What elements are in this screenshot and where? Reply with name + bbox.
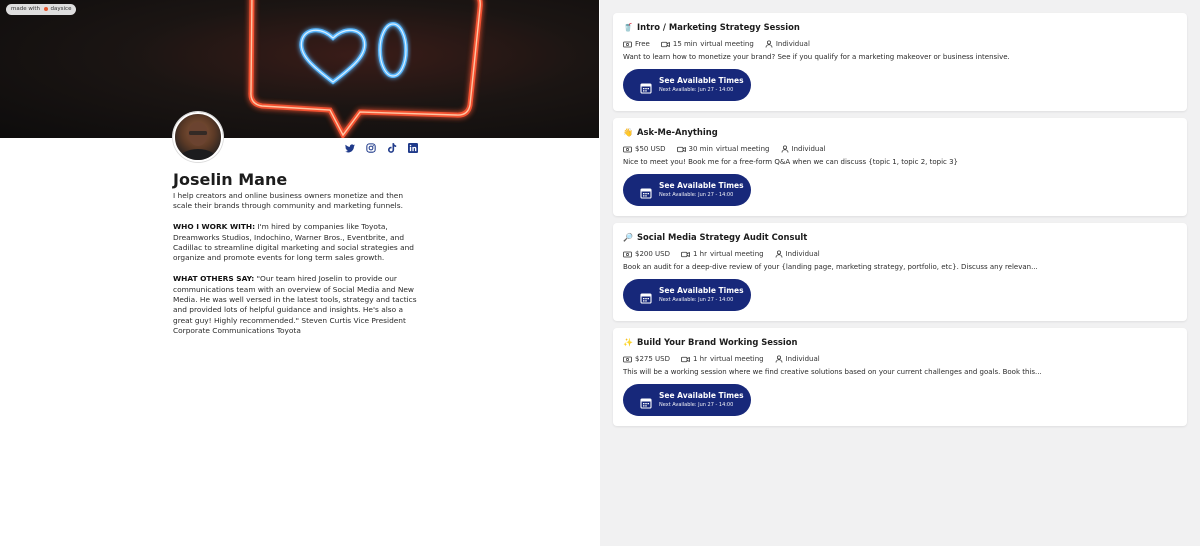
person-icon: [781, 145, 789, 153]
person-icon: [765, 40, 773, 48]
price-icon: [623, 356, 632, 363]
brand-name: daysice: [50, 6, 72, 12]
session-card: 👋 Ask-Me-Anything $50 USD 30 min virtual mee…: [613, 118, 1187, 216]
next-available-label: Next Available: Jun 27 - 14:00: [659, 402, 734, 408]
session-type: Individual: [775, 40, 810, 48]
session-emoji-icon: 🥤: [623, 22, 633, 32]
session-description: Book an audit for a deep-dive review of …: [623, 263, 1038, 271]
session-duration: 1 hr: [693, 250, 707, 258]
person-icon: [775, 250, 783, 258]
session-meta: $275 USD 1 hr virtual meeting Individual: [623, 355, 820, 363]
session-meta: Free 15 min virtual meeting Individual: [623, 40, 810, 48]
session-title-row: 🔎 Social Media Strategy Audit Consult: [623, 232, 807, 242]
next-available-label: Next Available: Jun 27 - 14:00: [659, 87, 734, 93]
session-price: Free: [635, 40, 650, 48]
made-with-badge[interactable]: made with daysice: [6, 4, 77, 15]
session-duration: 30 min: [688, 145, 713, 153]
bio-who-label: WHO I WORK WITH:: [173, 222, 256, 232]
session-type: Individual: [791, 145, 826, 153]
profile-bio: I help creators and online business owne…: [173, 191, 423, 347]
video-icon: [681, 251, 690, 258]
session-card: 🥤 Intro / Marketing Strategy Session Free 1…: [613, 13, 1187, 111]
calendar-icon: [640, 394, 652, 409]
button-label: See Available Times: [659, 76, 744, 85]
avatar: [173, 112, 223, 162]
calendar-icon: [640, 79, 652, 94]
next-available-label: Next Available: Jun 27 - 14:00: [659, 297, 734, 303]
linkedin-icon[interactable]: [406, 141, 420, 155]
hero-banner-image: made with daysice: [0, 0, 599, 138]
see-available-times-button[interactable]: See Available Times Next Available: Jun 2…: [623, 279, 751, 311]
session-description: Nice to meet you! Book me for a free-for…: [623, 158, 958, 166]
session-meta: $200 USD 1 hr virtual meeting Individual: [623, 250, 820, 258]
session-type: Individual: [785, 250, 820, 258]
session-emoji-icon: 👋: [623, 127, 633, 137]
session-title-row: 👋 Ask-Me-Anything: [623, 127, 718, 137]
calendar-icon: [640, 184, 652, 199]
session-emoji-icon: ✨: [623, 337, 633, 347]
video-icon: [681, 356, 690, 363]
profile-panel: made with daysice Joselin Mane I help cr…: [0, 0, 599, 546]
session-title: Social Media Strategy Audit Consult: [637, 232, 808, 242]
price-icon: [623, 251, 632, 258]
brand-logo-icon: [43, 6, 48, 11]
see-available-times-button[interactable]: See Available Times Next Available: Jun 2…: [623, 174, 751, 206]
session-title: Build Your Brand Working Session: [637, 337, 798, 347]
session-card: 🔎 Social Media Strategy Audit Consult $200…: [613, 223, 1187, 321]
session-card: ✨ Build Your Brand Working Session $275 US…: [613, 328, 1187, 426]
bio-others-text: "Our team hired Joselin to provide our c…: [173, 274, 417, 336]
session-title-row: ✨ Build Your Brand Working Session: [623, 337, 798, 347]
tiktok-icon[interactable]: [385, 141, 399, 155]
video-icon: [676, 146, 686, 153]
session-price: $200 USD: [635, 250, 670, 258]
bio-who-i-work-with: WHO I WORK WITH: I'm hired by companies …: [173, 222, 423, 264]
price-icon: [623, 146, 632, 153]
avatar-photo: [178, 122, 218, 160]
bio-intro: I help creators and online business owne…: [173, 191, 404, 211]
session-location: virtual meeting: [700, 40, 754, 48]
neon-heart-sign-image: [248, 0, 483, 138]
twitter-icon[interactable]: [343, 141, 357, 155]
profile-name: Joselin Mane: [173, 170, 288, 189]
social-links: [343, 141, 420, 155]
session-description: Want to learn how to monetize your brand…: [623, 53, 1010, 61]
see-available-times-button[interactable]: See Available Times Next Available: Jun 2…: [623, 384, 751, 416]
calendar-icon: [640, 289, 652, 304]
session-type: Individual: [785, 355, 820, 363]
session-title-row: 🥤 Intro / Marketing Strategy Session: [623, 22, 800, 32]
session-location: virtual meeting: [715, 145, 770, 153]
session-duration: 15 min: [672, 40, 698, 48]
session-emoji-icon: 🔎: [623, 232, 633, 242]
session-price: $275 USD: [635, 355, 670, 363]
sessions-panel: 🥤 Intro / Marketing Strategy Session Free 1…: [600, 0, 1200, 546]
person-icon: [775, 355, 783, 363]
video-icon: [660, 41, 670, 48]
button-label: See Available Times: [659, 391, 744, 400]
instagram-icon[interactable]: [364, 141, 378, 155]
session-description: This will be a working session where we …: [623, 368, 1042, 376]
session-meta: $50 USD 30 min virtual meeting Individual: [623, 145, 826, 153]
bio-others-label: WHAT OTHERS SAY:: [173, 274, 255, 284]
next-available-label: Next Available: Jun 27 - 14:00: [659, 192, 734, 198]
session-title: Intro / Marketing Strategy Session: [637, 22, 800, 32]
button-label: See Available Times: [659, 181, 744, 190]
bio-testimonial: WHAT OTHERS SAY: "Our team hired Joselin…: [173, 274, 423, 336]
see-available-times-button[interactable]: See Available Times Next Available: Jun 2…: [623, 69, 751, 101]
session-price: $50 USD: [635, 145, 666, 153]
made-with-label: made with: [11, 6, 41, 12]
price-icon: [623, 41, 632, 48]
session-duration: 1 hr: [693, 355, 707, 363]
session-location: virtual meeting: [710, 355, 764, 363]
session-location: virtual meeting: [710, 250, 764, 258]
button-label: See Available Times: [659, 286, 744, 295]
session-title: Ask-Me-Anything: [637, 127, 718, 137]
